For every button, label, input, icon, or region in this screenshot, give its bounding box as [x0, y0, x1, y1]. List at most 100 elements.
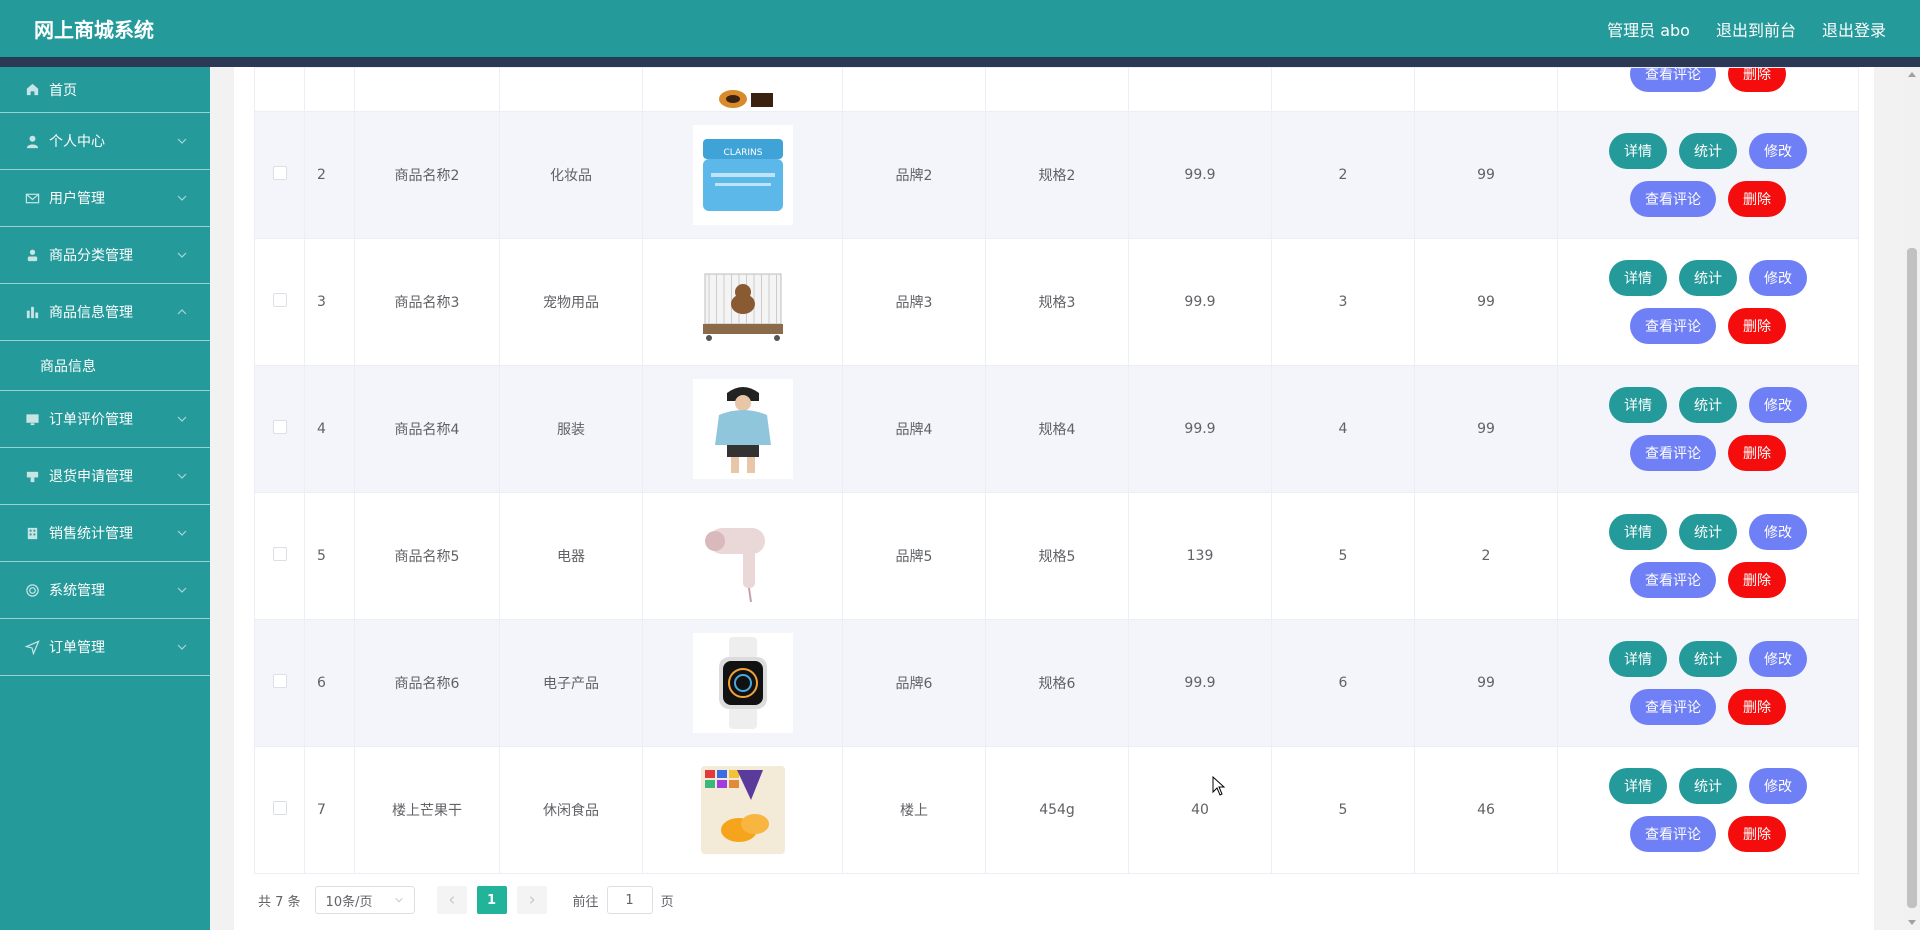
delete-button[interactable]: 删除 [1728, 816, 1786, 852]
cell-stock: 99 [1414, 365, 1558, 493]
edit-button[interactable]: 修改 [1749, 133, 1807, 169]
sidebar-item-category[interactable]: 商品分类管理 [0, 227, 210, 284]
cell-category: 电子产品 [499, 619, 643, 747]
view-review-button[interactable]: 查看评论 [1630, 308, 1716, 344]
cell-brand: 品牌5 [842, 492, 986, 620]
stats-button[interactable]: 统计 [1679, 641, 1737, 677]
goods-table: 查看评论 删除 2 商品名称2 化妆品 CLARINS 品牌2 规格2 99.9 2 99 详情统… [254, 67, 1859, 874]
delete-button[interactable]: 删除 [1728, 308, 1786, 344]
sidebar-item-personal[interactable]: 个人中心 [0, 113, 210, 170]
sidebar-item-orders[interactable]: 订单管理 [0, 619, 210, 676]
view-review-button[interactable]: 查看评论 [1630, 562, 1716, 598]
stats-button[interactable]: 统计 [1679, 133, 1737, 169]
sidebar-item-home[interactable]: 首页 [0, 67, 210, 113]
person-icon [24, 247, 40, 263]
page-number-current[interactable]: 1 [476, 886, 507, 914]
row-checkbox[interactable] [272, 420, 287, 434]
cell-sales: 4 [1271, 365, 1415, 493]
cell-stock: 99 [1414, 111, 1558, 239]
sidebar-item-order-review[interactable]: 订单评价管理 [0, 391, 210, 448]
sidebar-item-label: 商品分类管理 [49, 248, 133, 264]
cell-product-name: 商品名称6 [354, 619, 500, 747]
goto-page-input[interactable] [606, 886, 653, 914]
cell-actions: 详情 统计 修改 查看评论 删除 [1557, 492, 1859, 620]
cell-product-name: 商品名称4 [354, 365, 500, 493]
row-checkbox[interactable] [272, 293, 287, 307]
sidebar-item-returns[interactable]: 退货申请管理 [0, 448, 210, 505]
cell-spec: 规格4 [985, 365, 1129, 493]
mouse-cursor-icon [1212, 776, 1226, 796]
prev-page-button[interactable] [436, 886, 467, 914]
cell-price: 99.9 [1128, 365, 1272, 493]
row-checkbox[interactable] [272, 166, 287, 180]
detail-button[interactable]: 详情 [1609, 641, 1667, 677]
sidebar-item-goods[interactable]: 商品信息管理 [0, 284, 210, 341]
detail-button[interactable]: 详情 [1609, 387, 1667, 423]
chevron-down-icon [394, 897, 403, 903]
sidebar-item-sales-stats[interactable]: 销售统计管理 [0, 505, 210, 562]
stats-button[interactable]: 统计 [1679, 387, 1737, 423]
row-checkbox[interactable] [272, 547, 287, 561]
detail-button[interactable]: 详情 [1609, 514, 1667, 550]
scrollbar-thumb[interactable] [1907, 248, 1917, 908]
sidebar-item-system[interactable]: 系统管理 [0, 562, 210, 619]
edit-button[interactable]: 修改 [1749, 514, 1807, 550]
delete-button[interactable]: 删除 [1728, 68, 1786, 92]
product-image [692, 379, 793, 479]
delete-button[interactable]: 删除 [1728, 562, 1786, 598]
cell-price: 99.9 [1128, 619, 1272, 747]
row-checkbox[interactable] [272, 674, 287, 688]
view-review-button[interactable]: 查看评论 [1630, 816, 1716, 852]
sidebar-subitem-goods-info[interactable]: 商品信息 [0, 341, 210, 391]
table-row: 2 商品名称2 化妆品 CLARINS 品牌2 规格2 99.9 2 99 详情 统计 修改 查看评论删… [254, 111, 1859, 239]
edit-button[interactable]: 修改 [1749, 387, 1807, 423]
scroll-up-arrow-icon[interactable] [1908, 72, 1916, 77]
detail-button[interactable]: 详情 [1609, 133, 1667, 169]
send-icon [24, 639, 40, 655]
view-review-button[interactable]: 查看评论 [1630, 181, 1716, 217]
cell-price: 139 [1128, 492, 1272, 620]
logout-link[interactable]: 退出登录 [1822, 17, 1886, 41]
table-row: 7 楼上芒果干 休闲食品 楼上 454g 40 5 46 详情 统计 修改 查看评论 删除 [254, 746, 1859, 874]
detail-button[interactable]: 详情 [1609, 260, 1667, 296]
chevron-down-icon [177, 252, 187, 258]
to-front-link[interactable]: 退出到前台 [1716, 17, 1796, 41]
cell-price: 40 [1128, 746, 1272, 874]
stats-button[interactable]: 统计 [1679, 514, 1737, 550]
view-review-button[interactable]: 查看评论 [1630, 689, 1716, 725]
cell-category: 宠物用品 [499, 238, 643, 366]
delete-button[interactable]: 删除 [1728, 435, 1786, 471]
stats-button[interactable]: 统计 [1679, 768, 1737, 804]
view-review-button[interactable]: 查看评论 [1630, 435, 1716, 471]
admin-label: 管理员 abo [1607, 20, 1690, 40]
page-size-select[interactable]: 10条/页 [314, 886, 415, 914]
delete-button[interactable]: 删除 [1728, 181, 1786, 217]
edit-button[interactable]: 修改 [1749, 260, 1807, 296]
view-review-button[interactable]: 查看评论 [1630, 68, 1716, 92]
cell-spec: 规格5 [985, 492, 1129, 620]
cell-image: CLARINS [642, 111, 843, 239]
sidebar-item-label: 销售统计管理 [49, 526, 133, 542]
edit-button[interactable]: 修改 [1749, 768, 1807, 804]
scroll-down-arrow-icon[interactable] [1908, 920, 1916, 925]
next-page-button[interactable] [516, 886, 547, 914]
cell-stock: 2 [1414, 492, 1558, 620]
cell-actions: 详情 统计 修改 查看评论 删除 [1557, 111, 1859, 239]
cell-sales: 5 [1271, 492, 1415, 620]
detail-button[interactable]: 详情 [1609, 768, 1667, 804]
svg-text:CLARINS: CLARINS [723, 148, 762, 158]
sidebar-item-label: 订单管理 [49, 640, 105, 656]
top-header: 网上商城系统 管理员 abo 退出到前台 退出登录 [0, 0, 1920, 57]
edit-button[interactable]: 修改 [1749, 641, 1807, 677]
cell-stock: 99 [1414, 619, 1558, 747]
chevron-left-icon [449, 896, 454, 904]
stats-button[interactable]: 统计 [1679, 260, 1737, 296]
row-checkbox[interactable] [272, 801, 287, 815]
globe-icon [24, 582, 40, 598]
cell-index: 5 [304, 492, 355, 620]
cell-stock: 99 [1414, 238, 1558, 366]
sidebar-item-users[interactable]: 用户管理 [0, 170, 210, 227]
cell-spec: 规格2 [985, 111, 1129, 239]
cell-index: 4 [304, 365, 355, 493]
delete-button[interactable]: 删除 [1728, 689, 1786, 725]
